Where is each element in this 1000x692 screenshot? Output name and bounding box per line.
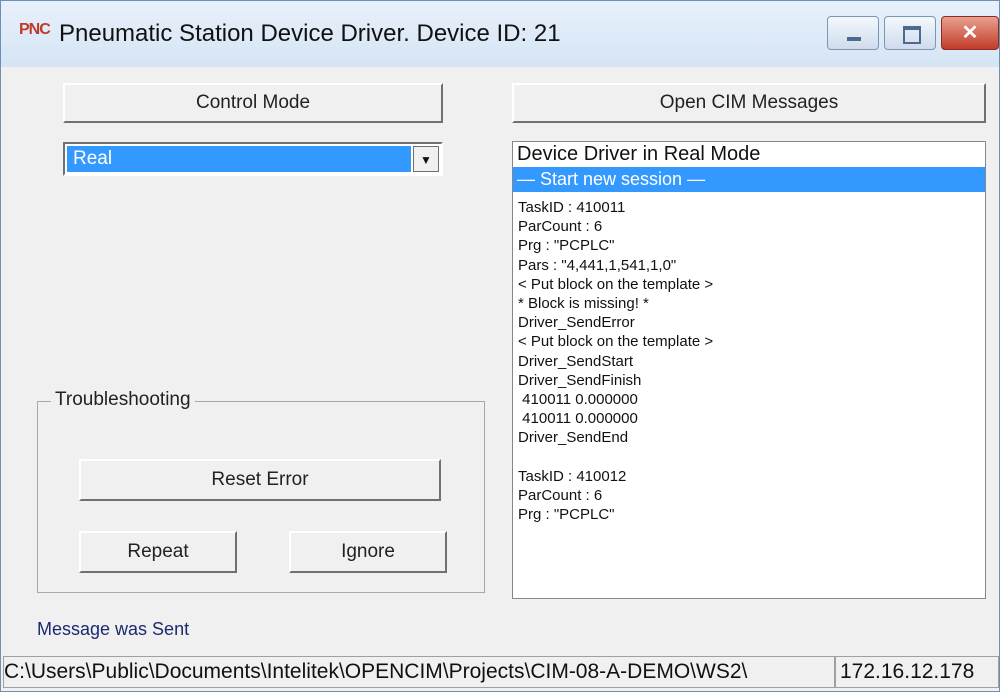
message-line[interactable]: 410011 0.000000 <box>518 390 985 409</box>
status-bar: C:\Users\Public\Documents\Intelitek\OPEN… <box>1 655 999 691</box>
device-driver-window: PNC Pneumatic Station Device Driver. Dev… <box>0 0 1000 692</box>
close-icon: ✕ <box>961 22 979 44</box>
message-line[interactable]: * Block is missing! * <box>518 294 985 313</box>
message-line[interactable] <box>518 447 985 466</box>
close-button[interactable]: ✕ <box>941 16 999 50</box>
maximize-icon <box>903 26 921 44</box>
minimize-button[interactable] <box>827 16 879 50</box>
messages-listbox[interactable]: Device Driver in Real Mode — Start new s… <box>512 141 986 599</box>
window-title: Pneumatic Station Device Driver. Device … <box>59 20 561 47</box>
app-logo-icon: PNC <box>19 21 51 38</box>
dropdown-arrow-icon[interactable]: ▼ <box>413 146 439 172</box>
message-line[interactable]: Prg : "PCPLC" <box>518 505 985 524</box>
maximize-button[interactable] <box>884 16 936 50</box>
control-mode-select[interactable]: Real ▼ <box>63 142 443 176</box>
message-line[interactable]: < Put block on the template > <box>518 332 985 351</box>
message-line[interactable]: Prg : "PCPLC" <box>518 236 985 255</box>
message-line[interactable]: 410011 0.000000 <box>518 409 985 428</box>
messages-header-line[interactable]: Device Driver in Real Mode <box>513 142 985 167</box>
message-line[interactable]: Driver_SendStart <box>518 352 985 371</box>
ignore-button[interactable]: Ignore <box>289 531 447 573</box>
message-line[interactable]: Pars : "4,441,1,541,1,0" <box>518 256 985 275</box>
message-line[interactable]: Driver_SendFinish <box>518 371 985 390</box>
message-line[interactable]: < Put block on the template > <box>518 275 985 294</box>
messages-lines: TaskID : 410011 ParCount : 6 Prg : "PCPL… <box>513 198 985 524</box>
status-bar-ip: 172.16.12.178 <box>835 656 999 688</box>
repeat-button[interactable]: Repeat <box>79 531 237 573</box>
control-mode-selected-value: Real <box>67 146 411 172</box>
open-cim-messages-button[interactable]: Open CIM Messages <box>512 83 986 123</box>
title-bar[interactable]: PNC Pneumatic Station Device Driver. Dev… <box>1 1 999 67</box>
message-line[interactable]: ParCount : 6 <box>518 486 985 505</box>
status-message: Message was Sent <box>37 619 190 639</box>
reset-error-button[interactable]: Reset Error <box>79 459 441 501</box>
messages-selected-line[interactable]: — Start new session — <box>513 167 985 192</box>
message-line[interactable]: TaskID : 410011 <box>518 198 985 217</box>
minimize-icon <box>847 37 861 41</box>
message-line[interactable]: Driver_SendEnd <box>518 428 985 447</box>
message-line[interactable]: Driver_SendError <box>518 313 985 332</box>
message-line[interactable]: ParCount : 6 <box>518 217 985 236</box>
message-line[interactable]: TaskID : 410012 <box>518 467 985 486</box>
control-mode-button[interactable]: Control Mode <box>63 83 443 123</box>
status-bar-path: C:\Users\Public\Documents\Intelitek\OPEN… <box>3 656 835 688</box>
troubleshooting-group-title: Troubleshooting <box>51 389 195 411</box>
